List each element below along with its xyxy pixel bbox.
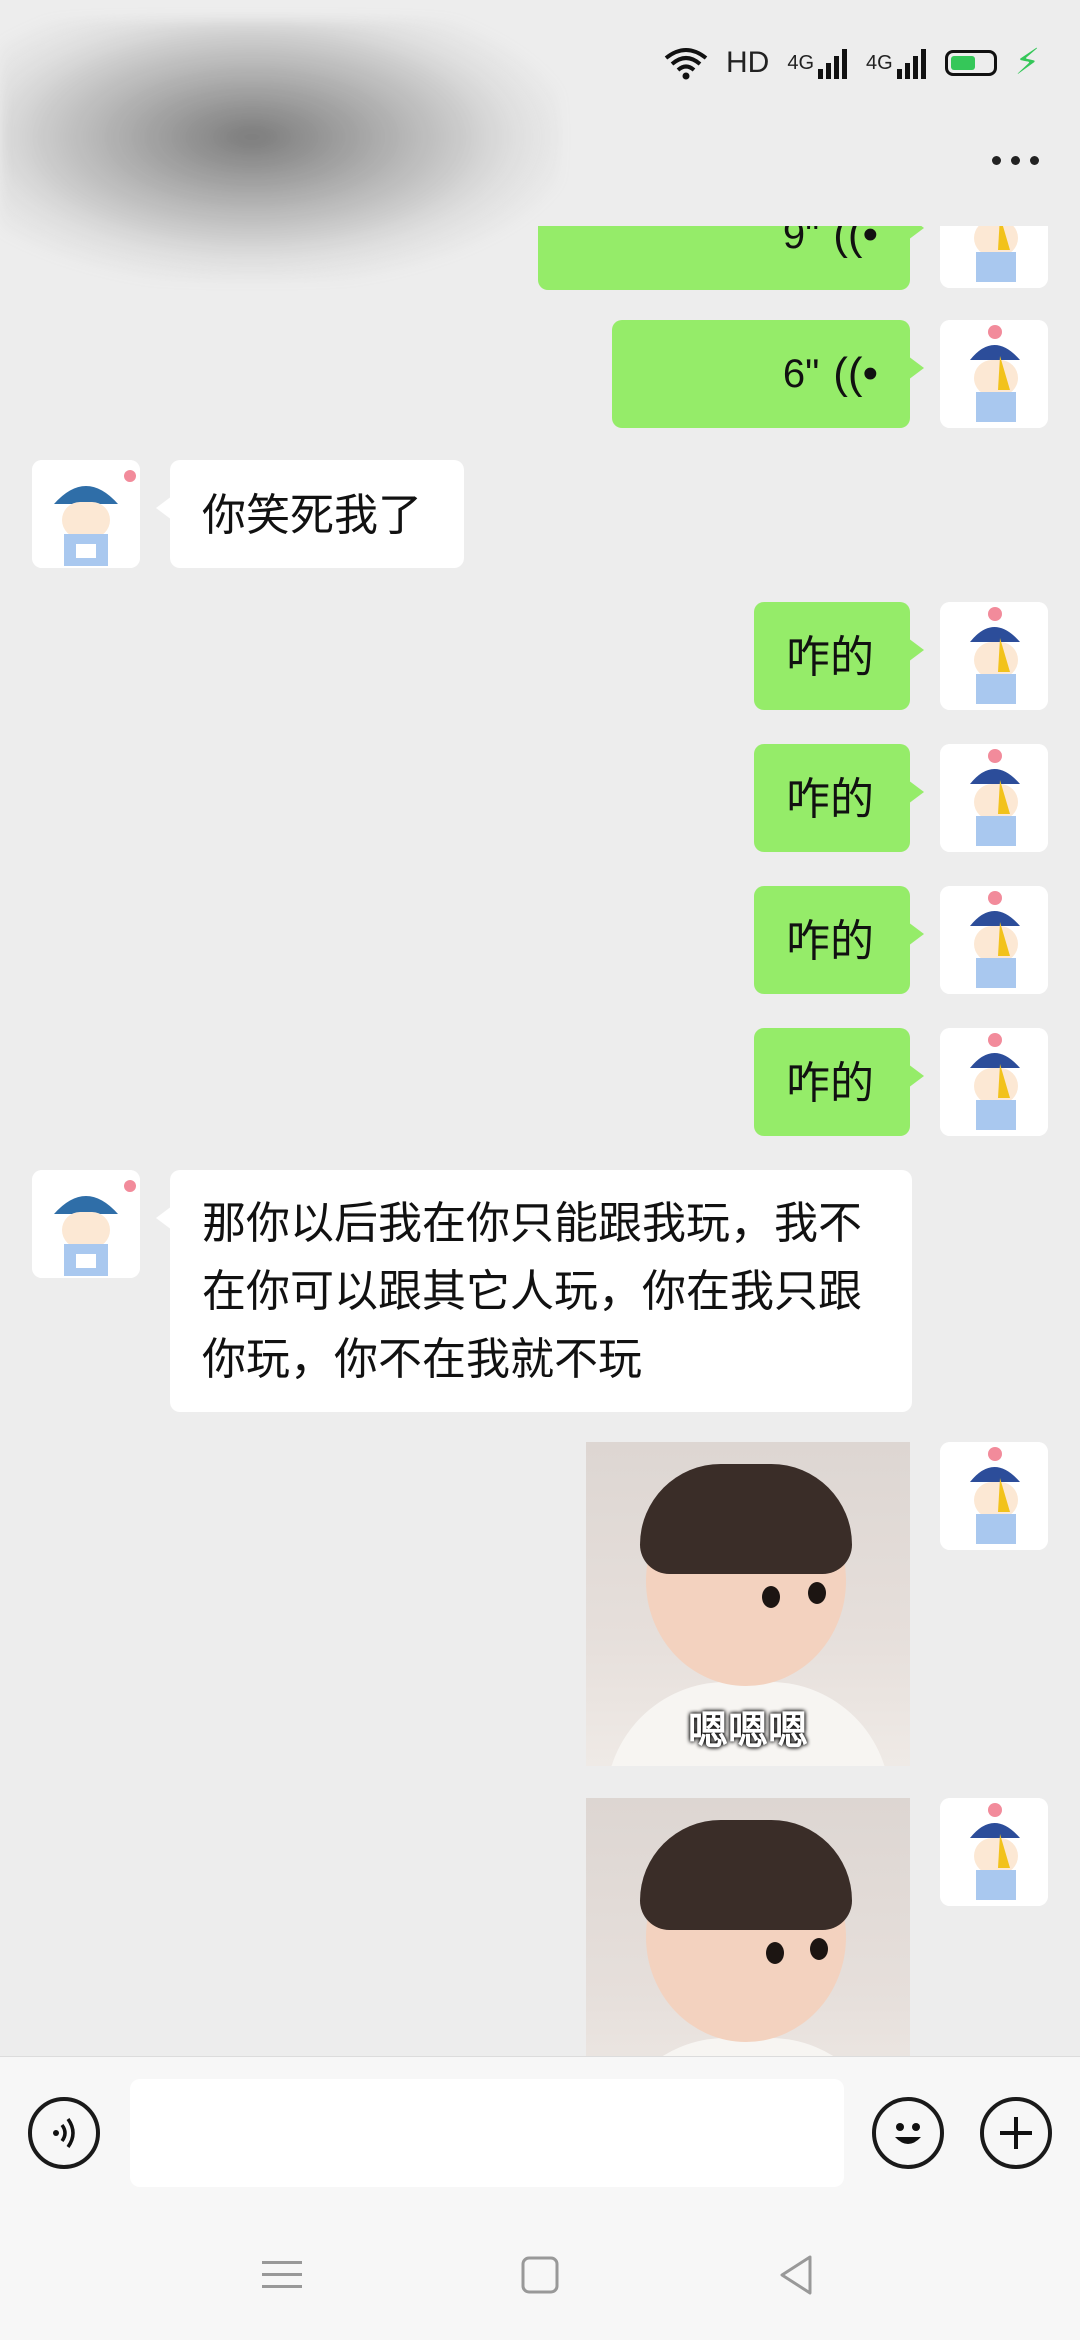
message-text: 咋的 — [786, 632, 874, 683]
signal-1-icon — [818, 49, 848, 79]
message-text: 咋的 — [786, 916, 874, 967]
plus-icon — [1000, 2117, 1032, 2149]
signal-2-label: 4G — [866, 51, 893, 74]
my-avatar[interactable] — [940, 226, 1048, 288]
sent-text-bubble[interactable]: 咋的 — [754, 744, 924, 852]
voice-input-icon — [53, 2117, 75, 2149]
sticker-caption: 嗯嗯嗯 — [688, 1708, 808, 1754]
sticker-image[interactable]: 嗯嗯嗯 — [586, 1442, 910, 1766]
home-icon — [521, 2256, 559, 2294]
emoji-icon — [895, 2123, 921, 2144]
emoji-button[interactable] — [872, 2097, 944, 2169]
received-text-bubble[interactable]: 你笑死我了 — [156, 460, 464, 568]
status-icons: HD 4G 4G ⚡ — [664, 45, 1040, 81]
my-avatar[interactable] — [940, 602, 1048, 710]
menu-icon — [262, 2261, 302, 2288]
message-input[interactable] — [130, 2079, 844, 2187]
sent-text-bubble[interactable]: 咋的 — [754, 886, 924, 994]
menu-nav-button[interactable] — [252, 2250, 312, 2300]
voice-wave-icon: ((• — [833, 349, 878, 398]
sent-text-bubble[interactable]: 咋的 — [754, 602, 924, 710]
contact-avatar[interactable] — [32, 460, 140, 568]
back-icon — [780, 2255, 812, 2295]
message-text: 咋的 — [786, 1058, 874, 1109]
my-avatar[interactable] — [940, 1442, 1048, 1550]
voice-wave-icon: ((• — [833, 226, 878, 259]
received-text-bubble[interactable]: 那你以后我在你只能跟我玩，我不在你可以跟其它人玩，你在我只跟你玩，你不在我就不玩 — [156, 1170, 912, 1412]
sticker-image[interactable] — [586, 1798, 910, 2056]
my-avatar[interactable] — [940, 744, 1048, 852]
voice-input-button[interactable] — [28, 2097, 100, 2169]
message-text: 咋的 — [786, 774, 874, 825]
status-bar: HD 4G 4G ⚡ — [0, 0, 1080, 280]
my-avatar[interactable] — [940, 886, 1048, 994]
voice-message-bubble[interactable]: 9" ((• — [538, 226, 924, 290]
more-options-button[interactable] — [980, 140, 1050, 180]
battery-icon — [944, 50, 997, 76]
signal-1-label: 4G — [787, 51, 815, 74]
plus-button[interactable] — [980, 2097, 1052, 2169]
system-navigation-bar — [0, 2210, 1080, 2340]
voice-message-bubble[interactable]: 6" ((• — [612, 320, 924, 428]
wifi-icon — [664, 48, 708, 80]
voice-duration: 9" — [782, 226, 820, 257]
voice-duration: 6" — [782, 352, 820, 396]
chat-messages[interactable]: 9" ((• 6" ((• 你笑死我了 咋的 咋的 咋的 咋的 那你以后我在你只… — [0, 226, 1080, 2056]
message-text: 你笑死我了 — [202, 490, 422, 541]
home-nav-button[interactable] — [510, 2250, 570, 2300]
signal-2-icon — [896, 49, 926, 79]
input-bar — [0, 2056, 1080, 2211]
sent-text-bubble[interactable]: 咋的 — [754, 1028, 924, 1136]
hd-label: HD — [726, 46, 770, 79]
message-text: 那你以后我在你只能跟我玩，我不在你可以跟其它人玩，你在我只跟你玩，你不在我就不玩 — [202, 1198, 862, 1385]
my-avatar[interactable] — [940, 320, 1048, 428]
contact-avatar[interactable] — [32, 1170, 140, 1278]
back-nav-button[interactable] — [766, 2250, 826, 2300]
my-avatar[interactable] — [940, 1028, 1048, 1136]
charging-bolt-icon: ⚡ — [1014, 42, 1040, 83]
my-avatar[interactable] — [940, 1798, 1048, 1906]
